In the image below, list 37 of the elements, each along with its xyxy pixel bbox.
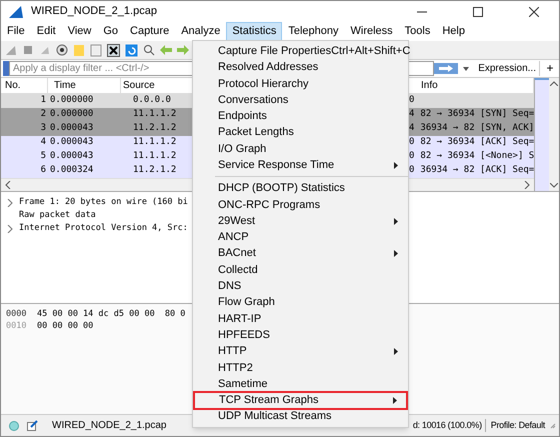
table-cell-text: 6: [40, 164, 47, 178]
table-cell-text: 11.1.1.2: [132, 150, 178, 164]
table-cell-text: 0.000043: [49, 150, 94, 164]
table-cell-text: 1: [40, 94, 47, 108]
table-cell-text: 11.2.1.2: [132, 164, 178, 178]
byte-offset: 0010: [5, 320, 28, 332]
table-cell-text: 5: [40, 150, 47, 164]
byte-offset: 0000: [5, 308, 28, 320]
hex-bytes: 00 00 00 00: [36, 320, 94, 332]
shortcut-label: Ctrl+Alt+Shift+C: [331, 44, 410, 59]
table-cell-text: 36934 → 82 [SYN, ACK]: [420, 122, 534, 136]
displayed-count: d: 10016 (100.0%): [412, 418, 486, 432]
table-cell-text: 11.1.1.2: [132, 108, 178, 122]
file-name: WIRED_NODE_2_1.pcap: [52, 419, 166, 433]
table-cell-text: 0: [409, 136, 414, 150]
table-cell-text: 4: [409, 108, 414, 122]
window-title: WIRED_NODE_2_1.pcap: [31, 4, 157, 20]
table-cell-text: 3: [40, 122, 47, 136]
table-cell-text: 82 → 36934 [ACK] Seq=: [420, 136, 534, 150]
table-cell-text: 11.1.1.2: [132, 136, 178, 150]
hex-bytes: 45 00 00 14 dc d5 00 00 80 0: [36, 308, 186, 320]
table-cell-text: 4: [409, 122, 414, 136]
table-cell-text: 0.000043: [49, 122, 94, 136]
table-cell-text: 0: [409, 164, 414, 178]
table-cell-text: 0.0.0.0: [132, 94, 172, 108]
table-cell-text: 0.000000: [49, 94, 94, 108]
table-cell-text: 36934 → 82 [ACK] Seq=: [420, 164, 534, 178]
table-cell-text: 2: [40, 108, 47, 122]
table-cell-text: 82 → 36934 [SYN] Seq=: [420, 108, 534, 122]
table-cell-text: 11.2.1.2: [132, 122, 178, 136]
table-cell-text: 0.000043: [49, 136, 94, 150]
table-cell-text: 0: [409, 150, 414, 164]
table-cell-text: 0: [409, 94, 414, 108]
table-cell-text: 0.000000: [49, 108, 94, 122]
table-cell-text: 4: [40, 136, 47, 150]
table-cell-text: 82 → 36934 [<None>] S: [420, 150, 534, 164]
table-cell-text: 0.000324: [49, 164, 94, 178]
